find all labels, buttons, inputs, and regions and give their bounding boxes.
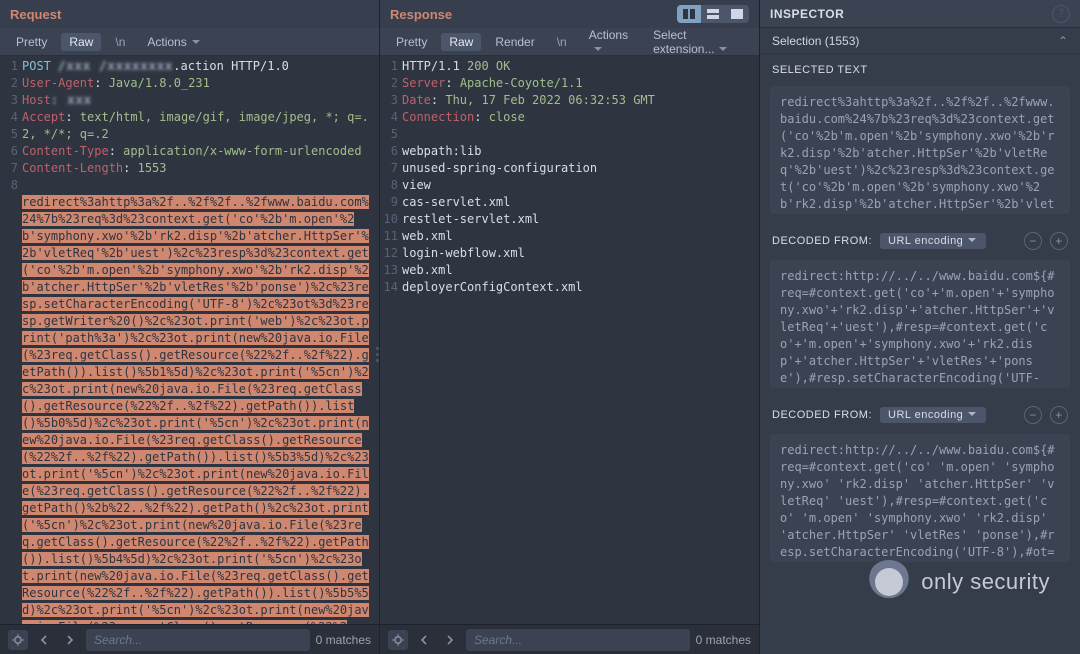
chevron-up-icon: ⌃: [1058, 34, 1068, 48]
request-gutter: 12345678: [0, 56, 22, 194]
decode-minus-icon[interactable]: −: [1024, 232, 1042, 250]
request-searchbar: 0 matches: [0, 624, 379, 654]
response-extension-dropdown[interactable]: Select extension...: [645, 26, 751, 58]
request-search-input[interactable]: [86, 629, 310, 651]
decode-plus-icon[interactable]: +: [1050, 406, 1068, 424]
response-tab-raw[interactable]: Raw: [441, 33, 481, 51]
search-prev-icon[interactable]: [34, 630, 54, 650]
response-gutter: 1234567891011121314: [380, 56, 402, 296]
response-title: Response: [390, 7, 452, 22]
inspector-header: INSPECTOR ?: [760, 0, 1080, 28]
search-prev-icon[interactable]: [414, 630, 434, 650]
request-tab-pretty[interactable]: Pretty: [8, 33, 55, 51]
decoded-block-2[interactable]: redirect:http://../../www.baidu.com${#re…: [770, 434, 1070, 562]
layout-single-icon[interactable]: [725, 5, 749, 23]
response-code[interactable]: 1234567891011121314 HTTP/1.1 200 OKServe…: [380, 56, 759, 624]
request-match-count: 0 matches: [316, 633, 371, 647]
decode-plus-icon[interactable]: +: [1050, 232, 1068, 250]
request-title: Request: [10, 7, 61, 22]
inspector-title: INSPECTOR: [770, 7, 844, 21]
layout-rows-icon[interactable]: [701, 5, 725, 23]
inspector-pane: INSPECTOR ? Selection (1553) ⌃ SELECTED …: [760, 0, 1080, 654]
request-toolbar: Pretty Raw \n Actions: [0, 28, 379, 56]
request-actions-dropdown[interactable]: Actions: [139, 33, 207, 51]
search-settings-icon[interactable]: [388, 630, 408, 650]
response-tab-pretty[interactable]: Pretty: [388, 33, 435, 51]
decoded-from-label: DECODED FROM:: [772, 409, 872, 421]
selected-text-heading: SELECTED TEXT: [760, 54, 1080, 80]
request-tab-raw[interactable]: Raw: [61, 33, 101, 51]
selected-text-label: SELECTED TEXT: [772, 64, 868, 76]
decoded-from-label: DECODED FROM:: [772, 235, 872, 247]
inspector-selection-row[interactable]: Selection (1553) ⌃: [760, 28, 1080, 54]
request-pane: Request Pretty Raw \n Actions 12345678 P…: [0, 0, 380, 654]
response-tab-render[interactable]: Render: [487, 33, 542, 51]
decoded-block-1[interactable]: redirect:http://../../www.baidu.com${#re…: [770, 260, 1070, 388]
request-tab-newline[interactable]: \n: [107, 33, 133, 51]
decoding-type-dropdown[interactable]: URL encoding: [880, 407, 986, 423]
response-pane: Response Pretty Raw Render \n Actions Se…: [380, 0, 760, 654]
selected-text-block[interactable]: redirect%3ahttp%3a%2f..%2f%2f..%2fwww.ba…: [770, 86, 1070, 214]
response-toolbar: Pretty Raw Render \n Actions Select exte…: [380, 28, 759, 56]
request-header: Request: [0, 0, 379, 28]
decoding-type-dropdown[interactable]: URL encoding: [880, 233, 986, 249]
response-match-count: 0 matches: [696, 633, 751, 647]
response-search-input[interactable]: [466, 629, 690, 651]
decoded-from-heading-1: DECODED FROM: URL encoding − +: [760, 222, 1080, 254]
selection-count-label: Selection (1553): [772, 34, 859, 48]
decode-minus-icon[interactable]: −: [1024, 406, 1042, 424]
response-searchbar: 0 matches: [380, 624, 759, 654]
pane-resize-handle[interactable]: [376, 340, 379, 368]
response-tab-newline[interactable]: \n: [549, 33, 575, 51]
search-settings-icon[interactable]: [8, 630, 28, 650]
request-code[interactable]: 12345678 POST /xxx /xxxxxxxx.action HTTP…: [0, 56, 379, 624]
help-icon[interactable]: ?: [1052, 5, 1070, 23]
response-header: Response: [380, 0, 759, 28]
layout-toggle: [677, 5, 749, 23]
search-next-icon[interactable]: [440, 630, 460, 650]
response-actions-dropdown[interactable]: Actions: [581, 26, 639, 58]
layout-columns-icon[interactable]: [677, 5, 701, 23]
search-next-icon[interactable]: [60, 630, 80, 650]
decoded-from-heading-2: DECODED FROM: URL encoding − +: [760, 396, 1080, 428]
